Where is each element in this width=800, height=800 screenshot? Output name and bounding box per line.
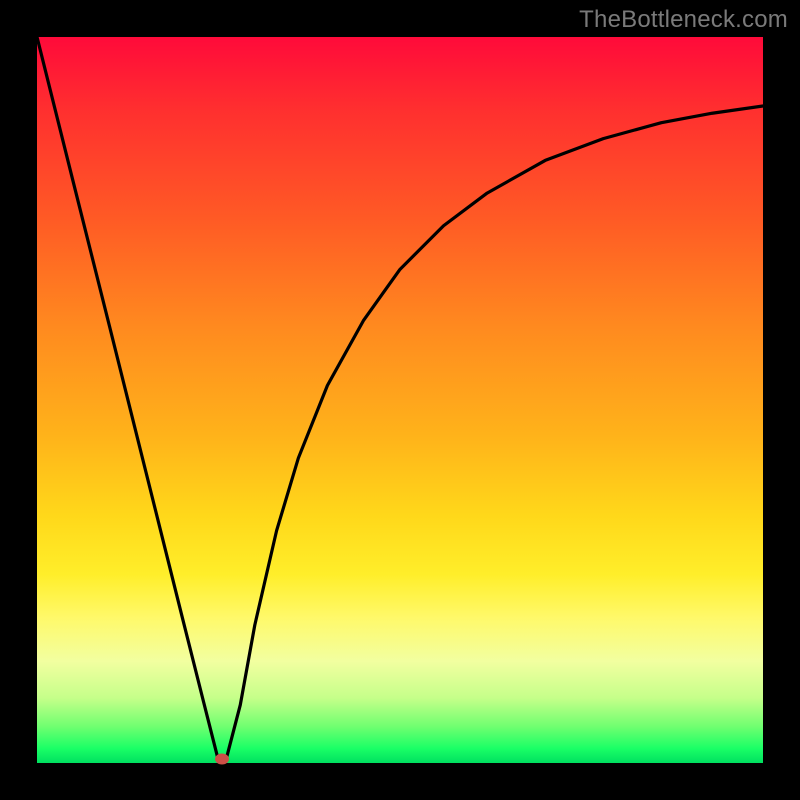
chart-frame: TheBottleneck.com — [0, 0, 800, 800]
optimum-marker — [215, 754, 229, 765]
watermark-text: TheBottleneck.com — [579, 6, 788, 34]
curve-svg — [37, 37, 763, 763]
plot-area — [37, 37, 763, 763]
bottleneck-curve — [37, 37, 763, 761]
